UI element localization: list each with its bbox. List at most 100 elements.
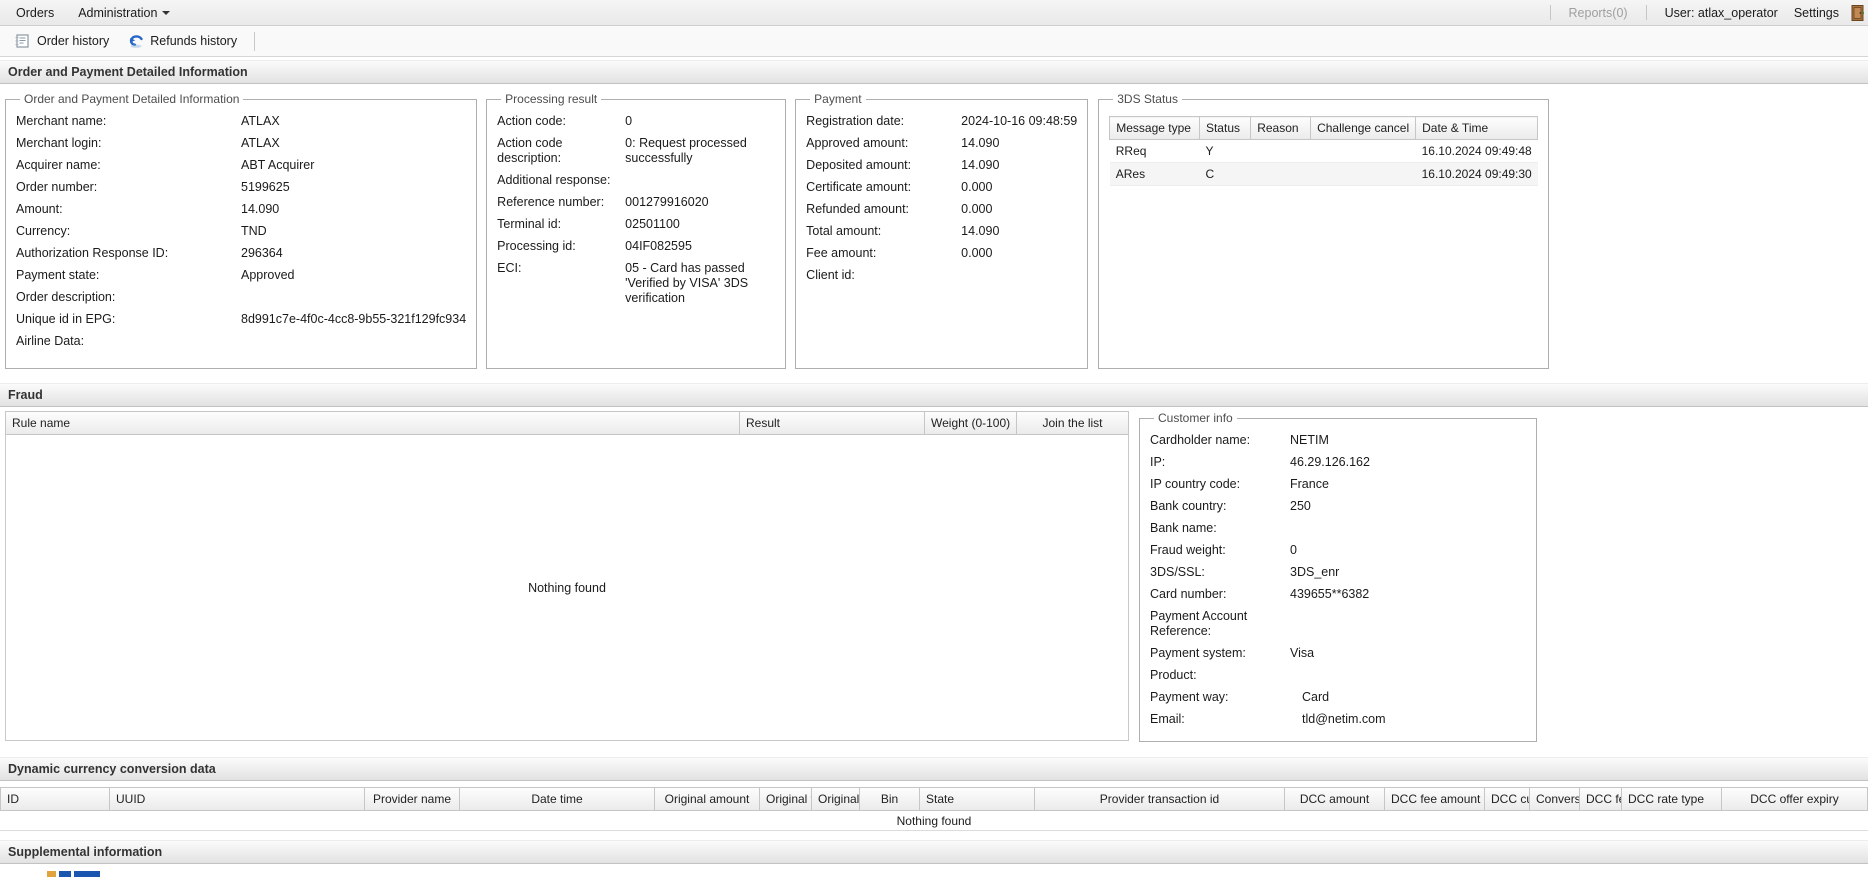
- dcc-col-original-currency[interactable]: Original c: [812, 787, 860, 811]
- refunds-history-button[interactable]: Refunds history: [118, 30, 246, 53]
- field-label: Amount:: [16, 202, 63, 216]
- detail-panels-row: Order and Payment Detailed Information M…: [0, 84, 1868, 369]
- dcc-col-dcc-amount[interactable]: DCC amount: [1285, 787, 1385, 811]
- dcc-col-dcc-fee-amount[interactable]: DCC fee amount: [1385, 787, 1485, 811]
- fraud-col-result[interactable]: Result: [740, 411, 925, 435]
- fraud-empty-text: Nothing found: [528, 580, 606, 595]
- threeds-row[interactable]: RReq Y 16.10.2024 09:49:48: [1109, 139, 1538, 163]
- menu-orders[interactable]: Orders: [4, 6, 66, 20]
- field-value: 001279916020: [625, 195, 709, 209]
- field-value: 8d991c7e-4f0c-4cc8-9b55-321f129fc934: [241, 312, 467, 326]
- refunds-history-label: Refunds history: [150, 34, 238, 48]
- fraud-section-title: Fraud: [8, 388, 43, 402]
- page-title: Order and Payment Detailed Information: [8, 65, 248, 79]
- field-label: Card number:: [1150, 587, 1227, 601]
- threeds-row[interactable]: ARes C 16.10.2024 09:49:30: [1109, 162, 1538, 186]
- cell-reason: [1250, 139, 1311, 163]
- field-row: IP country code: France: [1150, 477, 1526, 492]
- page-title-bar: Order and Payment Detailed Information: [0, 60, 1868, 84]
- fraud-table-body: Nothing found: [5, 435, 1129, 741]
- field-value: 0.000: [961, 246, 993, 260]
- threeds-col-datetime[interactable]: Date & Time: [1415, 116, 1539, 140]
- threeds-header-row: Message type Status Reason Challenge can…: [1109, 116, 1539, 140]
- field-label: 3DS/SSL:: [1150, 565, 1205, 579]
- fraud-col-weight[interactable]: Weight (0-100): [925, 411, 1017, 435]
- field-row: Refunded amount: 0.000: [806, 202, 1077, 217]
- field-label: Payment state:: [16, 268, 100, 282]
- field-value: 14.090: [241, 202, 280, 216]
- field-value: 296364: [241, 246, 283, 260]
- fraud-col-rule-name[interactable]: Rule name: [5, 411, 740, 435]
- menu-reports[interactable]: Reports(0): [1561, 6, 1636, 20]
- field-value: ATLAX: [241, 114, 280, 128]
- field-row: Currency: TND: [16, 224, 466, 239]
- field-label: Payment way:: [1150, 690, 1229, 704]
- dcc-col-conversion[interactable]: Conversi: [1530, 787, 1580, 811]
- threeds-col-challenge-cancel[interactable]: Challenge cancel: [1310, 116, 1417, 140]
- dcc-col-uuid[interactable]: UUID: [110, 787, 365, 811]
- dcc-col-id[interactable]: ID: [0, 787, 110, 811]
- field-value: NETIM: [1290, 433, 1329, 447]
- field-row: Fraud weight: 0: [1150, 543, 1526, 558]
- menubar-separator: [1645, 5, 1647, 20]
- menu-administration[interactable]: Administration: [66, 6, 182, 20]
- field-label: Client id:: [806, 268, 855, 282]
- order-history-button[interactable]: Order history: [6, 29, 118, 53]
- field-value: 0.000: [961, 202, 993, 216]
- field-label: Order number:: [16, 180, 98, 194]
- threeds-col-message-type[interactable]: Message type: [1109, 116, 1200, 140]
- dcc-col-dcc-currency[interactable]: DCC curr: [1485, 787, 1530, 811]
- field-row: Cardholder name: NETIM: [1150, 433, 1526, 448]
- field-label: Deposited amount:: [806, 158, 912, 172]
- customer-info-panel: Customer info Cardholder name: NETIM IP: 4…: [1139, 411, 1537, 742]
- fraud-col-join-list[interactable]: Join the list: [1017, 411, 1129, 435]
- threeds-col-status[interactable]: Status: [1198, 116, 1252, 140]
- dcc-col-original-fee[interactable]: Original f: [760, 787, 812, 811]
- field-row: Terminal id: 02501100: [497, 217, 775, 232]
- field-label: Additional response:: [497, 173, 611, 187]
- field-value: Card: [1302, 690, 1330, 704]
- field-row: Bank country: 250: [1150, 499, 1526, 514]
- dcc-col-bin[interactable]: Bin: [860, 787, 920, 811]
- field-value: Visa: [1290, 646, 1315, 660]
- field-row: Approved amount: 14.090: [806, 136, 1077, 151]
- field-row: Deposited amount: 14.090: [806, 158, 1077, 173]
- processing-result-legend: Processing result: [505, 92, 598, 106]
- field-row: Reference number: 001279916020: [497, 195, 775, 210]
- field-label: ECI:: [497, 261, 522, 275]
- toolbar-separator: [254, 31, 256, 51]
- field-value: 250: [1290, 499, 1311, 513]
- dcc-col-date-time[interactable]: Date time: [460, 787, 655, 811]
- field-row: Order number: 5199625: [16, 180, 466, 195]
- menu-settings[interactable]: Settings: [1786, 6, 1847, 20]
- logout-door-icon: [1851, 4, 1864, 21]
- dcc-col-dcc-fee[interactable]: DCC fee: [1580, 787, 1622, 811]
- supplemental-clipped-content: [0, 864, 1868, 877]
- field-row: Fee amount: 0.000: [806, 246, 1077, 261]
- order-history-label: Order history: [37, 34, 110, 48]
- processing-result-panel: Processing result Action code: 0 Action c…: [486, 92, 787, 369]
- field-label: Cardholder name:: [1150, 433, 1251, 447]
- field-value: ABT Acquirer: [241, 158, 315, 172]
- dcc-col-dcc-offer-expiry[interactable]: DCC offer expiry: [1722, 787, 1868, 811]
- field-row: Unique id in EPG: 8d991c7e-4f0c-4cc8-9b55…: [16, 312, 466, 327]
- field-value: tld@netim.com: [1302, 712, 1386, 726]
- dcc-col-original-amount[interactable]: Original amount: [655, 787, 760, 811]
- dcc-col-state[interactable]: State: [920, 787, 1035, 811]
- supplemental-section-bar: Supplemental information: [0, 840, 1868, 864]
- field-row: Bank name:: [1150, 521, 1526, 536]
- field-value: 0.000: [961, 180, 993, 194]
- field-value: 439655**6382: [1290, 587, 1370, 601]
- field-label: Approved amount:: [806, 136, 909, 150]
- order-history-icon: [15, 34, 29, 48]
- dcc-col-provider-name[interactable]: Provider name: [365, 787, 460, 811]
- toolbar: Order history Refunds history: [0, 26, 1868, 57]
- dcc-col-dcc-rate-type[interactable]: DCC rate type: [1622, 787, 1722, 811]
- order-info-legend: Order and Payment Detailed Information: [24, 92, 240, 106]
- dcc-col-provider-transaction-id[interactable]: Provider transaction id: [1035, 787, 1285, 811]
- threeds-col-reason[interactable]: Reason: [1250, 116, 1312, 140]
- field-value: 0: [625, 114, 633, 128]
- field-label: Reference number:: [497, 195, 605, 209]
- logout-button[interactable]: [1851, 4, 1864, 22]
- customer-info-legend: Customer info: [1158, 411, 1233, 425]
